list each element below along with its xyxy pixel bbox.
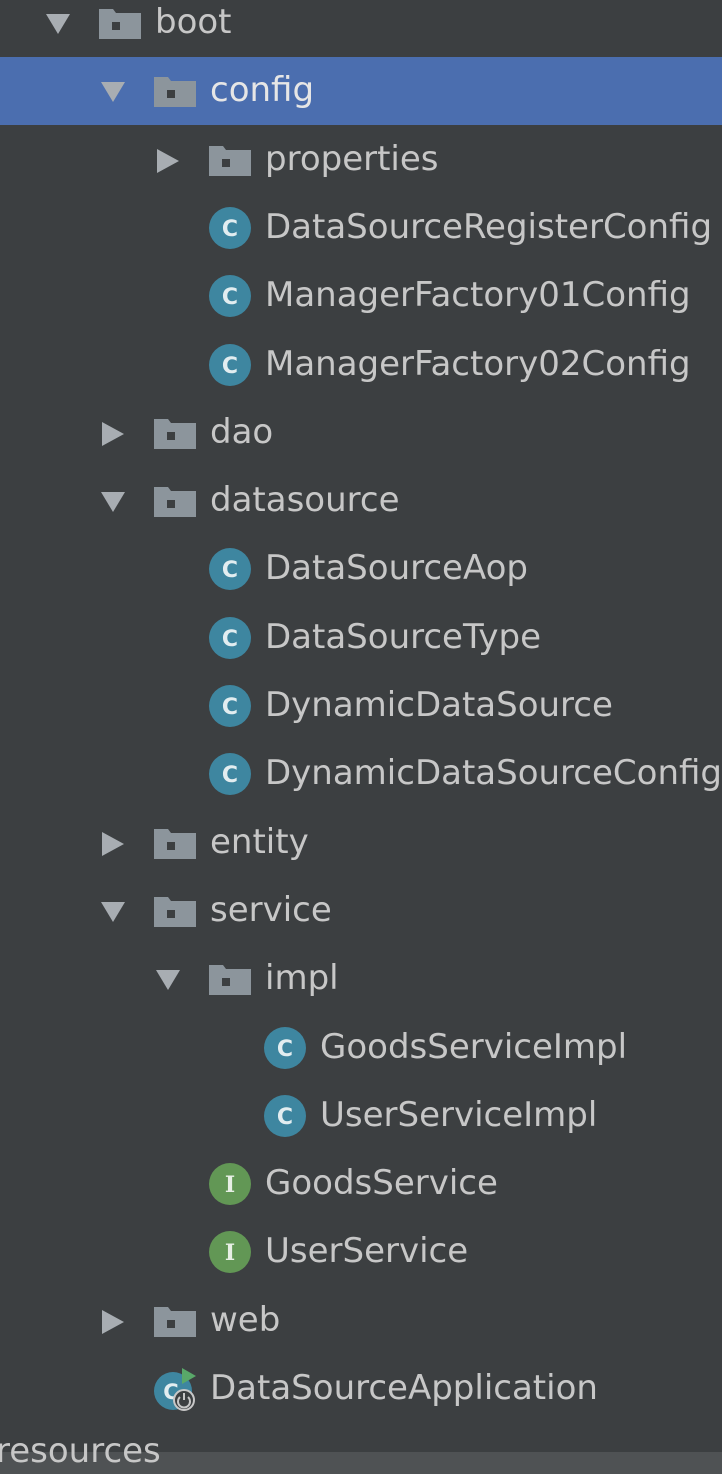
- folder-icon: [152, 820, 198, 866]
- tree-item-manager-factory01-config[interactable]: C ManagerFactory01Config: [0, 262, 722, 330]
- tree-item-data-source-register-config[interactable]: C DataSourceRegisterConfig: [0, 194, 722, 262]
- expand-arrow-icon[interactable]: [99, 421, 127, 447]
- interface-icon: I: [207, 1229, 253, 1275]
- tree-item-datasource[interactable]: datasource: [0, 467, 722, 535]
- tree-item-impl[interactable]: impl: [0, 945, 722, 1013]
- tree-item-label: UserServiceImpl: [320, 1094, 598, 1135]
- svg-text:I: I: [225, 1240, 235, 1266]
- tree-item-label: config: [210, 70, 315, 111]
- tree-item-resources[interactable]: resources: [0, 1418, 161, 1474]
- tree-item-label: impl: [265, 958, 339, 999]
- svg-text:C: C: [222, 217, 238, 242]
- folder-icon: [152, 68, 198, 114]
- tree-item-label: DataSourceType: [265, 616, 542, 657]
- collapse-arrow-icon[interactable]: [99, 79, 127, 105]
- tree-item-label: GoodsService: [265, 1163, 498, 1204]
- folder-icon: [207, 137, 253, 183]
- tree-item-label: datasource: [210, 480, 400, 521]
- class-icon: C: [207, 273, 253, 319]
- class-icon: C: [207, 205, 253, 251]
- tree-item-label: UserService: [265, 1231, 469, 1272]
- folder-icon: [207, 956, 253, 1002]
- tree-item-label: ManagerFactory02Config: [265, 343, 691, 384]
- folder-icon: [97, 0, 143, 46]
- svg-text:C: C: [222, 285, 238, 310]
- svg-text:C: C: [222, 558, 238, 583]
- collapse-arrow-icon[interactable]: [44, 11, 72, 37]
- expand-arrow-icon[interactable]: [99, 1309, 127, 1335]
- tree-item-goods-service[interactable]: I GoodsService: [0, 1150, 722, 1218]
- tree-item-service[interactable]: service: [0, 877, 722, 945]
- folder-icon: [152, 888, 198, 934]
- tree-item-user-service[interactable]: I UserService: [0, 1218, 722, 1286]
- folder-icon: [152, 410, 198, 456]
- svg-text:C: C: [222, 354, 238, 379]
- folder-icon: [152, 478, 198, 524]
- tree-item-label: DynamicDataSource: [265, 685, 613, 725]
- interface-icon: I: [207, 1161, 253, 1207]
- class-icon: C: [207, 342, 253, 388]
- class-icon: C: [207, 751, 253, 797]
- collapse-arrow-icon[interactable]: [99, 489, 127, 515]
- tree-item-label: service: [210, 889, 332, 930]
- class-icon: C: [207, 683, 253, 729]
- spring-boot-app-icon: C: [152, 1366, 198, 1412]
- collapse-arrow-icon[interactable]: [99, 899, 127, 925]
- svg-text:C: C: [277, 1037, 293, 1062]
- tree-item-properties[interactable]: properties: [0, 126, 722, 194]
- class-icon: C: [262, 1093, 308, 1139]
- folder-icon: [152, 1298, 198, 1344]
- svg-text:C: C: [277, 1105, 293, 1130]
- collapse-arrow-icon[interactable]: [154, 967, 182, 993]
- expand-arrow-icon[interactable]: [99, 831, 127, 857]
- tree-item-user-service-impl[interactable]: C UserServiceImpl: [0, 1082, 722, 1150]
- tree-item-dao[interactable]: dao: [0, 399, 722, 467]
- tree-item-dynamic-data-source-config[interactable]: C DynamicDataSourceConfig: [0, 740, 722, 808]
- tree-item-label: DataSourceAop: [265, 548, 529, 589]
- tree-item-data-source-aop[interactable]: C DataSourceAop: [0, 535, 722, 603]
- svg-text:C: C: [222, 627, 238, 652]
- svg-text:C: C: [222, 763, 238, 788]
- project-tree: boot config properties C DataSourceRegisterC…: [0, 0, 722, 1474]
- tree-item-label: dao: [210, 411, 274, 452]
- tree-item-label: properties: [265, 138, 439, 179]
- svg-text:I: I: [225, 1172, 235, 1198]
- tree-item-label: GoodsServiceImpl: [320, 1026, 628, 1067]
- tree-item-label: boot: [155, 2, 232, 42]
- tree-item-data-source-application[interactable]: C DataSourceApplication: [0, 1355, 722, 1423]
- tree-item-data-source-type[interactable]: C DataSourceType: [0, 604, 722, 672]
- tree-item-label: DataSourceApplication: [210, 1368, 598, 1408]
- class-icon: C: [207, 615, 253, 661]
- class-icon: C: [207, 546, 253, 592]
- tree-item-entity[interactable]: entity: [0, 809, 722, 877]
- tree-item-label: ManagerFactory01Config: [265, 275, 691, 316]
- tree-item-manager-factory02-config[interactable]: C ManagerFactory02Config: [0, 331, 722, 399]
- svg-text:C: C: [222, 695, 238, 720]
- class-icon: C: [262, 1025, 308, 1071]
- tree-item-label: DynamicDataSourceConfig: [265, 753, 722, 794]
- tree-item-web[interactable]: web: [0, 1287, 722, 1355]
- tree-item-dynamic-data-source[interactable]: C DynamicDataSource: [0, 672, 722, 740]
- tree-item-label: web: [210, 1299, 281, 1340]
- tree-item-label: DataSourceRegisterConfig: [265, 206, 713, 247]
- tree-item-boot[interactable]: boot: [0, 0, 722, 57]
- tree-item-goods-service-impl[interactable]: C GoodsServiceImpl: [0, 1014, 722, 1082]
- tree-item-config[interactable]: config: [0, 57, 722, 126]
- tree-item-label: entity: [210, 821, 309, 862]
- expand-arrow-icon[interactable]: [154, 148, 182, 174]
